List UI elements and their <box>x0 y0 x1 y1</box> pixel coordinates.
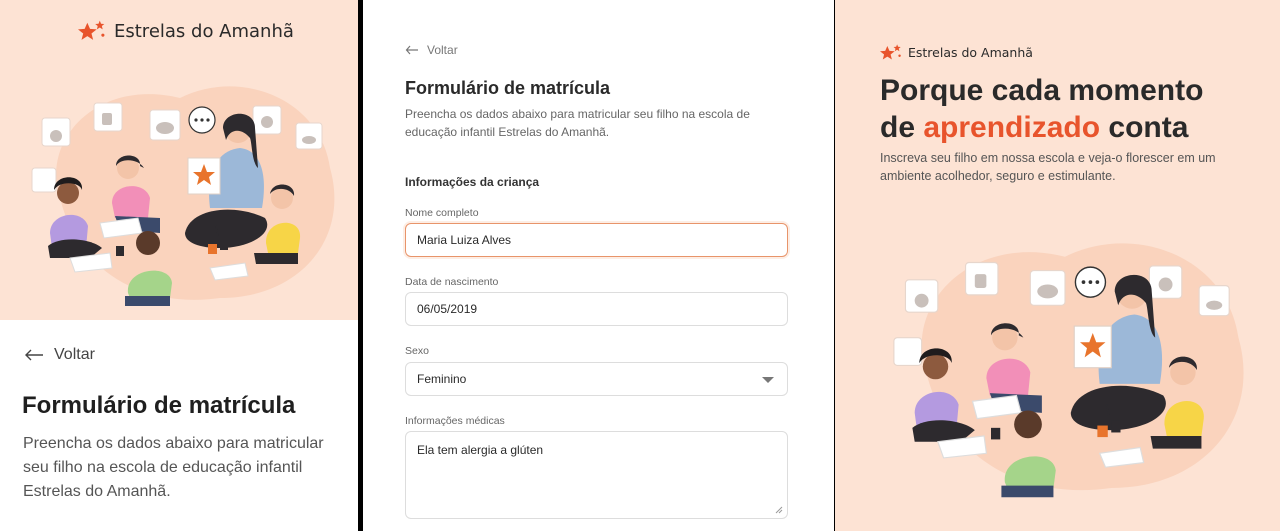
page-description: Preencha os dados abaixo para matricular… <box>23 435 324 500</box>
brand-name: Estrelas do Amanhã <box>114 20 294 42</box>
full-name-label: Nome completo <box>405 207 479 219</box>
sex-select[interactable]: Feminino <box>405 362 788 396</box>
form-title: Formulário de matrícula <box>405 78 611 98</box>
headline-accent: aprendizado <box>923 111 1101 144</box>
form-description: Preencha os dados abaixo para matricular… <box>405 107 750 139</box>
arrow-left-icon <box>25 349 43 361</box>
birth-date-value: 06/05/2019 <box>417 302 478 316</box>
arrow-left-icon <box>405 45 418 55</box>
birth-date-input[interactable]: 06/05/2019 <box>405 292 788 326</box>
medical-info-label: Informações médicas <box>405 415 505 427</box>
back-link[interactable]: Voltar <box>24 346 95 364</box>
brand-logo: Estrelas do Amanhã <box>78 20 294 42</box>
back-label: Voltar <box>427 43 458 57</box>
headline-part2: de <box>880 111 924 144</box>
sex-value: Feminino <box>417 372 467 386</box>
brand-logo: Estrelas do Amanhã <box>880 44 1033 61</box>
hero-subtitle: Inscreva seu filho em nossa escola e vej… <box>880 151 1216 183</box>
back-label: Voltar <box>54 346 95 363</box>
medical-info-textarea[interactable]: Ela tem alergia a glúten <box>405 431 788 519</box>
stars-icon <box>78 20 105 40</box>
classroom-illustration <box>31 85 336 307</box>
classroom-illustration <box>893 242 1245 499</box>
stars-icon <box>880 44 901 60</box>
mobile-hero: Estrelas do Amanhã <box>0 0 358 320</box>
full-name-value: Maria Luiza Alves <box>417 233 512 247</box>
screenshot-frame: Estrelas do Amanhã Voltar Formulário de … <box>0 0 1280 531</box>
sex-label: Sexo <box>405 345 429 357</box>
birth-date-label: Data de nascimento <box>405 276 499 288</box>
brand-name: Estrelas do Amanhã <box>908 45 1033 60</box>
mobile-view: Estrelas do Amanhã Voltar Formulário de … <box>0 0 358 531</box>
full-name-input[interactable]: Maria Luiza Alves <box>405 223 788 257</box>
desktop-hero: Estrelas do Amanhã Porque cada momento d… <box>835 0 1280 531</box>
section-title: Informações da criança <box>405 175 540 189</box>
back-link[interactable]: Voltar <box>405 43 458 57</box>
page-title: Formulário de matrícula <box>22 392 296 419</box>
resize-handle-icon[interactable] <box>775 506 783 514</box>
enrollment-form: Voltar Formulário de matrícula Preencha … <box>363 0 834 531</box>
headline-part3: conta <box>1100 111 1189 144</box>
hero-headline: Porque cada momento de aprendizado conta <box>880 72 1270 146</box>
medical-info-value: Ela tem alergia a glúten <box>417 443 544 457</box>
headline-line1: Porque cada momento <box>880 74 1204 107</box>
chevron-down-icon <box>762 377 774 383</box>
